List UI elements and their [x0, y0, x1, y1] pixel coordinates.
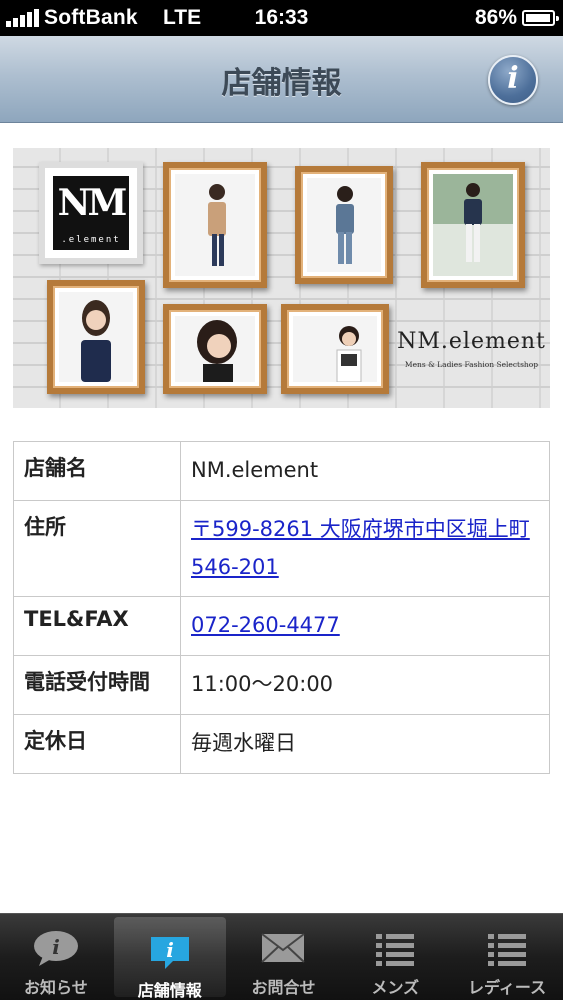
- tab-label: お知らせ: [24, 978, 88, 997]
- navigation-bar: 店舗情報 i: [0, 36, 563, 123]
- logo-subtext: .element: [61, 235, 121, 245]
- address-label: 住所: [13, 499, 181, 598]
- address-link[interactable]: 〒599-8261 大阪府堺市中区堀上町546-201: [191, 517, 530, 579]
- table-row: 電話受付時間 11:00〜20:00: [13, 655, 550, 715]
- tab-ladies[interactable]: レディース: [451, 914, 563, 1000]
- brand-name: NM.element: [397, 329, 546, 354]
- store-name-label: 店舗名: [13, 441, 181, 501]
- speech-bubble-icon: i: [33, 931, 78, 966]
- tab-label: レディース: [468, 978, 547, 997]
- table-row: 定休日 毎週水曜日: [13, 713, 550, 774]
- photo-frame: [295, 166, 393, 284]
- tab-label: お問合せ: [251, 978, 316, 997]
- phone-link[interactable]: 072-260-4477: [191, 613, 340, 637]
- svg-text:i: i: [52, 935, 60, 959]
- model-photo: [336, 186, 354, 264]
- photo-frame: [47, 280, 145, 394]
- envelope-icon: [261, 933, 306, 963]
- hours-value: 11:00〜20:00: [180, 655, 550, 715]
- model-photo: [197, 320, 237, 382]
- table-row: 店舗名 NM.element: [13, 441, 550, 501]
- info-button[interactable]: i: [488, 55, 538, 105]
- page-title: 店舗情報: [221, 66, 342, 101]
- store-banner-image: NM .element NM.element Mens & Ladies Fas…: [13, 148, 550, 408]
- brand-tagline: Mens & Ladies Fashion Selectshop: [404, 360, 539, 369]
- tel-fax-label: TEL&FAX: [13, 596, 181, 657]
- store-name-value: NM.element: [180, 441, 550, 501]
- tab-contact[interactable]: お問合せ: [228, 914, 340, 1000]
- battery-percentage: 86%: [474, 6, 517, 29]
- model-photo: [208, 184, 226, 266]
- svg-text:i: i: [166, 938, 174, 962]
- logo-mark: NM: [57, 182, 128, 224]
- table-row: TEL&FAX 072-260-4477: [13, 596, 550, 657]
- address-cell: 〒599-8261 大阪府堺市中区堀上町546-201: [180, 499, 550, 598]
- hours-label: 電話受付時間: [13, 655, 181, 715]
- status-bar: SoftBank LTE 16:33 86%: [0, 0, 563, 36]
- closed-day-label: 定休日: [13, 713, 181, 774]
- battery-icon: [522, 10, 559, 26]
- model-photo: [433, 174, 513, 262]
- photo-frame: [421, 162, 525, 288]
- closed-day-value: 毎週水曜日: [180, 713, 550, 774]
- tab-mens[interactable]: メンズ: [339, 914, 451, 1000]
- photo-frame: [163, 304, 267, 394]
- model-photo: [81, 300, 111, 382]
- brand-text-block: NM.element Mens & Ladies Fashion Selects…: [393, 329, 550, 385]
- model-photo: [336, 326, 362, 382]
- phone-cell: 072-260-4477: [180, 596, 550, 657]
- tab-bar: i お知らせ i 店舗情報 お問合せ メンズ レディース: [0, 913, 563, 1000]
- tab-label: メンズ: [371, 978, 420, 997]
- photo-frame: [281, 304, 389, 394]
- photo-frame: [163, 162, 267, 288]
- list-icon: [376, 934, 415, 966]
- table-row: 住所 〒599-8261 大阪府堺市中区堀上町546-201: [13, 499, 550, 598]
- brand-logo: NM .element: [39, 162, 143, 264]
- tab-store-info[interactable]: i 店舗情報: [113, 917, 226, 1000]
- list-icon: [488, 934, 527, 966]
- tab-news[interactable]: i お知らせ: [0, 914, 112, 1000]
- tab-label: 店舗情報: [137, 981, 202, 1000]
- store-info-table: 店舗名 NM.element 住所 〒599-8261 大阪府堺市中区堀上町54…: [13, 441, 550, 774]
- info-icon: i: [150, 937, 189, 969]
- info-icon: i: [507, 61, 519, 96]
